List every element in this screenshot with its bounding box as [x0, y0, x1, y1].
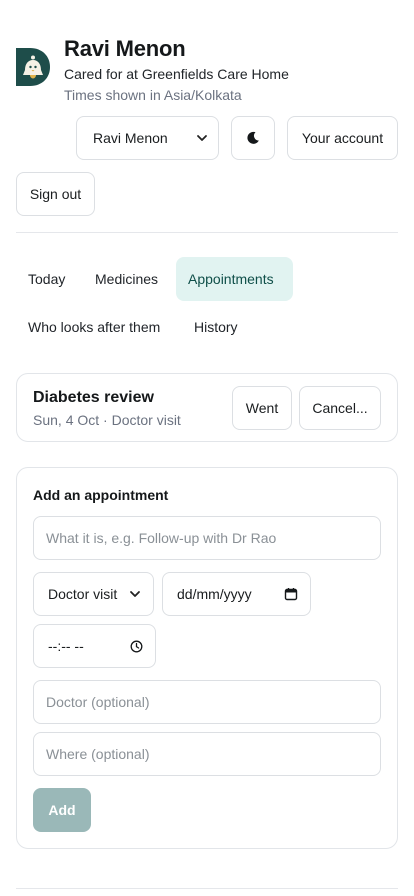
- appointment-type-select[interactable]: Doctor visit: [33, 572, 154, 616]
- person-select[interactable]: Ravi Menon: [76, 116, 219, 160]
- date-value: dd/mm/yyyy: [177, 586, 252, 602]
- doctor-input[interactable]: [33, 680, 381, 724]
- add-appointment-form: Add an appointment Doctor visit dd/mm/yy…: [16, 467, 398, 849]
- tab-today[interactable]: Today: [16, 257, 77, 301]
- page-header: Ravi Menon Cared for at Greenfields Care…: [16, 36, 398, 106]
- tab-who-looks-after-them[interactable]: Who looks after them: [16, 305, 172, 349]
- time-value: --:-- --: [48, 638, 84, 654]
- appointment-what-input[interactable]: [33, 516, 381, 560]
- timezone-note: Times shown in Asia/Kolkata: [64, 87, 242, 103]
- appointment-date-input[interactable]: dd/mm/yyyy: [162, 572, 311, 616]
- tab-appointments[interactable]: Appointments: [176, 257, 293, 301]
- tab-history[interactable]: History: [182, 305, 250, 349]
- page-title: Ravi Menon: [64, 36, 186, 61]
- cancel-appointment-button[interactable]: Cancel...: [299, 386, 381, 430]
- sign-out-button[interactable]: Sign out: [16, 172, 95, 216]
- went-button[interactable]: Went: [232, 386, 292, 430]
- footer-divider: [16, 888, 398, 889]
- appointment-meta: Sun, 4 Oct · Doctor visit: [33, 412, 181, 428]
- appointment-time-input[interactable]: --:-- --: [33, 624, 156, 668]
- chevron-down-icon: [197, 135, 207, 141]
- add-appointment-button[interactable]: Add: [33, 788, 91, 832]
- tab-medicines[interactable]: Medicines: [83, 257, 170, 301]
- appointment-type-value: Doctor visit: [48, 586, 118, 602]
- dark-mode-toggle[interactable]: [231, 116, 275, 160]
- appointment-title: Diabetes review: [33, 389, 154, 406]
- form-heading: Add an appointment: [33, 487, 169, 503]
- clock-icon: [130, 640, 143, 652]
- person-select-value: Ravi Menon: [93, 130, 168, 146]
- where-input[interactable]: [33, 732, 381, 776]
- chevron-down-icon: [130, 591, 140, 597]
- care-location-text: Cared for at Greenfields Care Home: [64, 66, 289, 82]
- your-account-button[interactable]: Your account: [287, 116, 398, 160]
- appointment-card: Diabetes review Sun, 4 Oct · Doctor visi…: [16, 373, 398, 442]
- header-divider: [16, 232, 398, 233]
- calendar-icon: [284, 588, 298, 601]
- moon-icon: [247, 131, 259, 144]
- care-home-logo-icon: [16, 48, 50, 86]
